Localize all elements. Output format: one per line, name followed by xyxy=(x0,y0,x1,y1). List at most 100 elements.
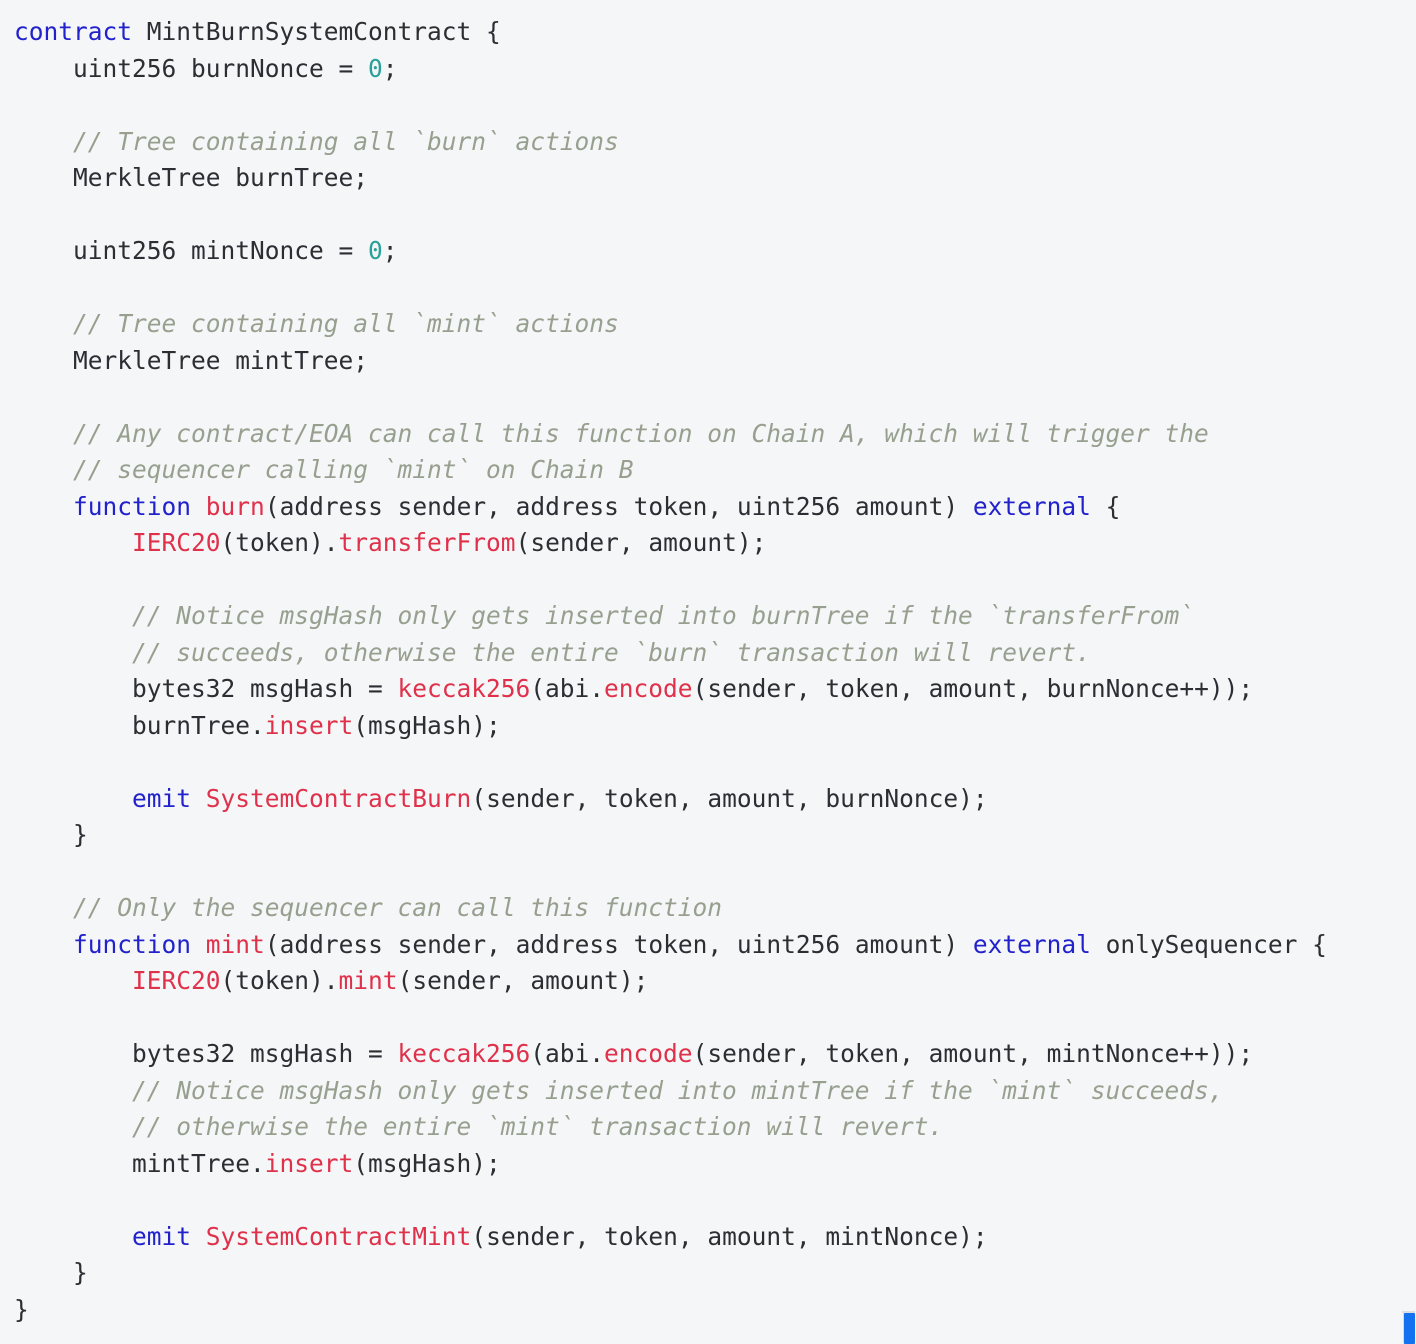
code-line: } xyxy=(14,1295,29,1324)
code-line: // sequencer calling `mint` on Chain B xyxy=(14,455,634,484)
code-line: IERC20(token).transferFrom(sender, amoun… xyxy=(14,528,766,557)
code-token-pl: ; xyxy=(382,236,398,265)
code-token-cmt: // succeeds, otherwise the entire `burn`… xyxy=(14,637,1091,667)
code-token-cmt: // Only the sequencer can call this func… xyxy=(14,893,723,922)
code-token-pl: (abi. xyxy=(530,1039,605,1068)
code-token-fn: keccak256 xyxy=(397,674,531,703)
code-line: } xyxy=(14,820,88,849)
code-line: mintTree.insert(msgHash); xyxy=(14,1149,501,1178)
code-token-pl: MerkleTree mintTree; xyxy=(14,345,369,375)
code-line: function burn(address sender, address to… xyxy=(14,492,1120,521)
code-token-pl: (sender, amount); xyxy=(397,966,649,995)
code-token-kw: function xyxy=(73,491,192,521)
code-token-pl: burnTree. xyxy=(14,710,265,740)
code-token-num: 0 xyxy=(368,236,383,265)
code-token-fn: encode xyxy=(604,1039,693,1068)
code-token-fn: IERC20 xyxy=(132,966,221,995)
code-token-fn: keccak256 xyxy=(397,1039,531,1068)
code-token-fn: transferFrom xyxy=(338,528,516,557)
code-token-pl: (address sender, address token, uint256 … xyxy=(264,929,973,959)
code-token-pl: (msgHash); xyxy=(353,710,501,740)
code-token-pl: uint256 burnNonce = xyxy=(14,53,369,83)
code-token-pl: (token). xyxy=(220,966,339,995)
code-token-cmt: // Notice msgHash only gets inserted int… xyxy=(14,601,1195,630)
code-token-pl: } xyxy=(14,1294,29,1324)
code-token-pl: (sender, token, amount, burnNonce++)); xyxy=(692,674,1254,703)
code-line: // Notice msgHash only gets inserted int… xyxy=(14,601,1194,630)
code-token-pl: (abi. xyxy=(530,674,605,703)
code-line: bytes32 msgHash = keccak256(abi.encode(s… xyxy=(14,674,1253,703)
code-token-cmt: // sequencer calling `mint` on Chain B xyxy=(14,455,634,484)
code-line: // otherwise the entire `mint` transacti… xyxy=(14,1112,943,1141)
vertical-scrollbar-track[interactable] xyxy=(1401,0,1416,1344)
code-token-kw: external xyxy=(972,929,1091,959)
code-token-fn: encode xyxy=(604,674,693,703)
code-editor-surface: contract MintBurnSystemContract { uint25… xyxy=(0,0,1416,1344)
code-token-kw: contract xyxy=(14,17,133,46)
code-token-pl: MintBurnSystemContract { xyxy=(132,17,501,46)
code-token-pl: } xyxy=(14,820,88,849)
code-line: // Tree containing all `burn` actions xyxy=(14,127,619,156)
code-token-pl: uint256 mintNonce = xyxy=(14,236,369,265)
code-token-fn: IERC20 xyxy=(132,528,221,557)
code-line: burnTree.insert(msgHash); xyxy=(14,711,501,740)
code-token-fn: insert xyxy=(264,710,354,740)
code-line: emit SystemContractMint(sender, token, a… xyxy=(14,1222,988,1251)
code-token-num: 0 xyxy=(368,53,383,83)
code-line: // Any contract/EOA can call this functi… xyxy=(14,419,1209,448)
code-token-pl: (sender, token, amount, mintNonce); xyxy=(471,1221,988,1251)
code-line: emit SystemContractBurn(sender, token, a… xyxy=(14,784,988,813)
code-token-cmt: // Any contract/EOA can call this functi… xyxy=(14,418,1209,448)
code-token-cmt: // Tree containing all `burn` actions xyxy=(14,126,619,156)
code-token-pl: (sender, amount); xyxy=(515,528,767,557)
code-token-pl: } xyxy=(14,1258,88,1287)
code-token-pl: (sender, token, amount, burnNonce); xyxy=(471,783,988,813)
vertical-scrollbar-thumb[interactable] xyxy=(1402,1311,1415,1344)
code-token-fn: mint xyxy=(205,929,265,959)
solidity-code-block[interactable]: contract MintBurnSystemContract { uint25… xyxy=(0,14,1416,1328)
code-token-fn: SystemContractMint xyxy=(205,1221,472,1251)
code-line: bytes32 msgHash = keccak256(abi.encode(s… xyxy=(14,1039,1253,1068)
code-token-fn: mint xyxy=(338,966,398,995)
code-line: uint256 burnNonce = 0; xyxy=(14,54,398,83)
code-line: // Notice msgHash only gets inserted int… xyxy=(14,1076,1224,1105)
code-line: contract MintBurnSystemContract { xyxy=(14,17,501,46)
code-token-kw: emit xyxy=(132,783,192,813)
code-line: uint256 mintNonce = 0; xyxy=(14,236,398,265)
code-line: function mint(address sender, address to… xyxy=(14,930,1327,959)
code-token-cmt: // otherwise the entire `mint` transacti… xyxy=(14,1112,944,1141)
code-token-kw: function xyxy=(73,929,192,959)
code-token-pl: mintTree. xyxy=(14,1148,265,1178)
code-token-pl: MerkleTree burnTree; xyxy=(14,163,369,192)
code-token-fn: insert xyxy=(264,1148,354,1178)
code-line: } xyxy=(14,1258,88,1287)
code-line: // Only the sequencer can call this func… xyxy=(14,893,722,922)
code-token-pl: ; xyxy=(382,53,398,83)
code-token-pl: (msgHash); xyxy=(353,1148,501,1178)
code-token-pl: (token). xyxy=(220,528,339,557)
code-token-fn: burn xyxy=(205,491,265,521)
code-token-cmt: // Tree containing all `mint` actions xyxy=(14,309,619,338)
code-token-pl: (address sender, address token, uint256 … xyxy=(264,491,973,521)
code-line: // Tree containing all `mint` actions xyxy=(14,309,619,338)
code-token-pl: (sender, token, amount, mintNonce++)); xyxy=(692,1039,1254,1068)
code-token-pl: bytes32 msgHash = xyxy=(14,674,398,703)
code-line: IERC20(token).mint(sender, amount); xyxy=(14,966,648,995)
code-line: // succeeds, otherwise the entire `burn`… xyxy=(14,638,1091,667)
code-token-fn: SystemContractBurn xyxy=(205,783,472,813)
code-line: MerkleTree mintTree; xyxy=(14,346,368,375)
code-token-pl: onlySequencer { xyxy=(1090,929,1327,959)
code-line: MerkleTree burnTree; xyxy=(14,163,368,192)
code-token-kw: emit xyxy=(132,1221,192,1251)
code-token-pl: { xyxy=(1090,491,1121,521)
